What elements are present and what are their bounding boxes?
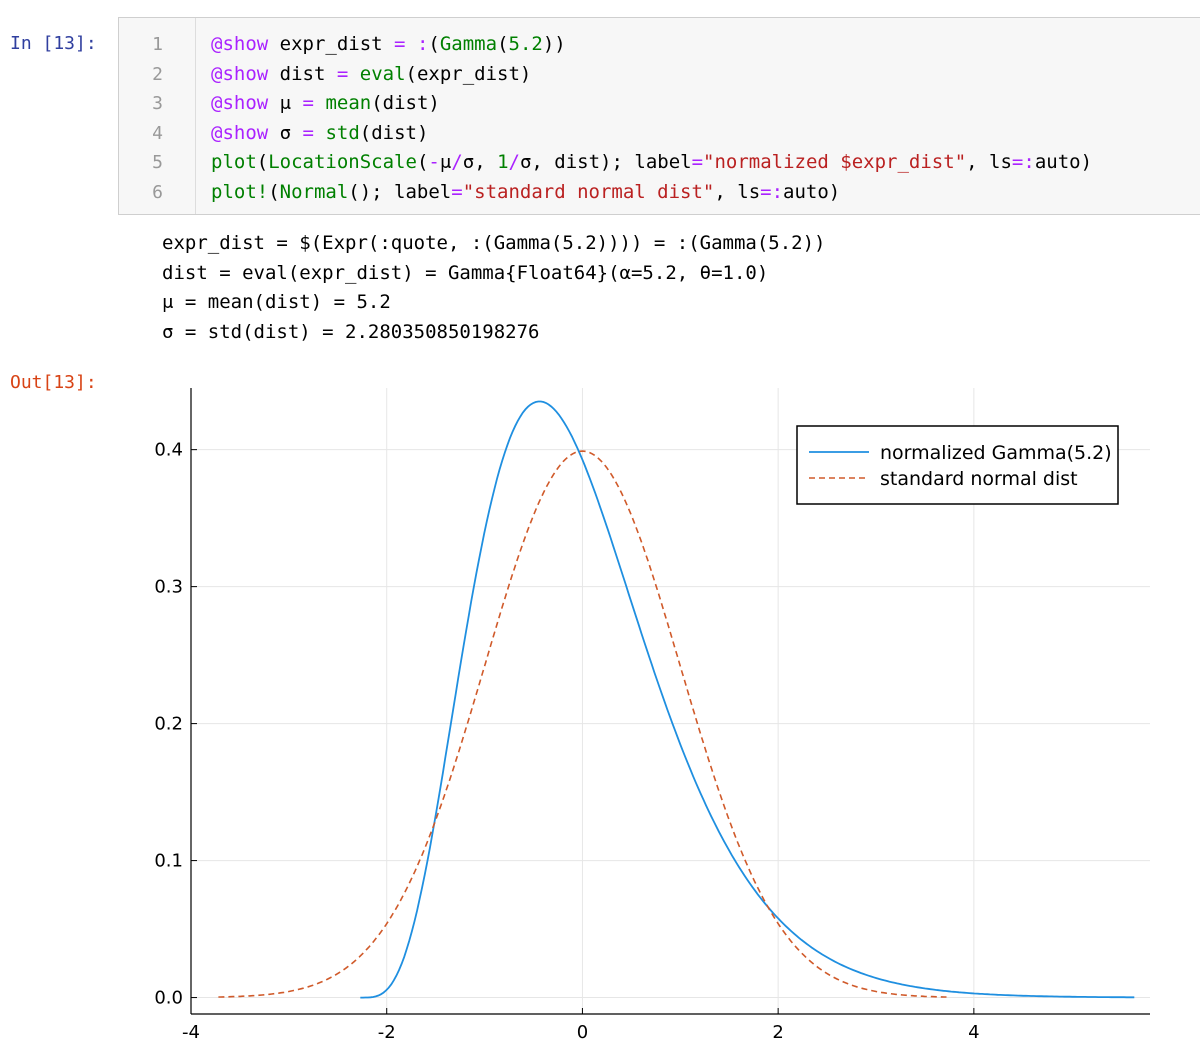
code-token: @show [211,92,269,115]
x-tick-label: -4 [182,1022,200,1043]
code-token: ( [416,151,429,174]
x-tick-label: 0 [577,1022,588,1043]
code-token: Normal [279,181,349,203]
code-token: / [451,151,463,174]
code-token: , ls [714,181,761,203]
code-token: μ [439,151,452,174]
stdout-line: expr_dist = $(Expr(:quote, :(Gamma(5.2))… [162,232,826,254]
code-token: dist [268,62,337,85]
cell-stdout: expr_dist = $(Expr(:quote, :(Gamma(5.2))… [162,229,825,347]
legend-label: normalized Gamma(5.2) [880,442,1112,464]
y-tick-label: 0.2 [154,714,183,735]
code-token: (dist) [359,121,429,144]
code-token: ( [497,33,509,55]
code-token: = [394,33,406,55]
legend-box [796,425,1119,505]
stdout-line: μ = mean(dist) = 5.2 [162,291,391,313]
code-token: μ [268,92,303,115]
code-token: σ [268,121,303,144]
line-number: 1 [152,34,163,55]
output-prompt: Out[13]: [10,372,97,393]
code-token: / [508,151,520,174]
code-token: , ls [966,151,1012,174]
line-number: 3 [152,93,163,115]
code-token: 5.2 [508,33,543,55]
distribution-plot: -4 -2 0 2 4 0.0 0.1 0.2 0.3 0.4 normalized Gamma(5… [154,388,1150,1043]
code-token: - [428,151,440,174]
code-token: LocationScale [268,151,417,174]
code-token: σ, [462,151,498,174]
code-token: : [416,33,429,55]
y-tick-label: 0.4 [154,440,183,461]
code-token: "normalized $expr_dist" [703,151,967,174]
code-token: @show [211,33,269,55]
x-tick-label: 2 [772,1022,783,1043]
code-token: expr_dist [268,33,395,55]
code-cell-input[interactable]: 1 @show expr_dist = :(Gamma(5.2)) 2 @show d… [118,17,1200,215]
code-token: ( [428,33,440,55]
code-token: mean [325,92,372,115]
code-token: = [451,181,463,203]
y-tick-label: 0.3 [154,577,183,598]
line-number: 6 [152,182,163,203]
code-token: = [302,121,314,144]
stdout-line: σ = std(dist) = 2.280350850198276 [162,320,540,343]
code-token: @show [211,62,269,85]
code-token: auto) [783,181,841,203]
stdout-line: dist = eval(expr_dist) = Gamma{Float64}(… [162,261,769,284]
code-token: 1 [497,151,509,174]
code-token: ( [256,151,269,174]
code-line[interactable]: @show μ = mean(dist) [211,89,440,118]
code-token: (dist) [371,92,440,115]
code-line[interactable]: @show σ = std(dist) [211,119,428,148]
code-token: σ, dist); label [519,151,692,174]
input-prompt: In [13]: [10,33,97,54]
y-tick-label: 0.0 [154,988,183,1009]
code-token: = [1011,151,1024,174]
x-tick-label: -2 [378,1022,396,1043]
code-token: = [691,151,704,174]
code-token: "standard normal dist" [462,181,715,203]
x-tick-label: 4 [968,1022,979,1043]
code-line[interactable]: plot!(Normal(); label="standard normal d… [211,178,840,207]
line-number: 5 [152,152,163,174]
code-token: plot [211,151,257,174]
code-token: auto) [1034,151,1093,174]
legend-label: standard normal dist [880,468,1078,490]
line-number: 4 [152,122,163,144]
code-line[interactable]: plot(LocationScale(-μ/σ, 1/σ, dist); lab… [211,148,1092,177]
code-token: (); label [348,181,452,203]
code-line[interactable]: @show dist = eval(expr_dist) [211,60,531,89]
code-token: : [1023,151,1035,174]
code-token: @show [211,121,269,144]
code-line[interactable]: @show expr_dist = :(Gamma(5.2)) [211,30,566,59]
code-token: plot! [211,181,269,203]
line-number: 2 [152,63,163,85]
code-token: = [302,92,314,115]
code-token: : [771,181,784,203]
code-token: = [336,62,349,85]
code-token: std [325,121,360,144]
code-token: ( [268,181,280,203]
code-token: (expr_dist) [405,62,532,85]
code-token: = [760,181,772,203]
code-token: Gamma [439,33,498,55]
code-token: eval [359,62,406,85]
code-token: )) [542,33,566,55]
y-tick-label: 0.1 [154,851,183,872]
